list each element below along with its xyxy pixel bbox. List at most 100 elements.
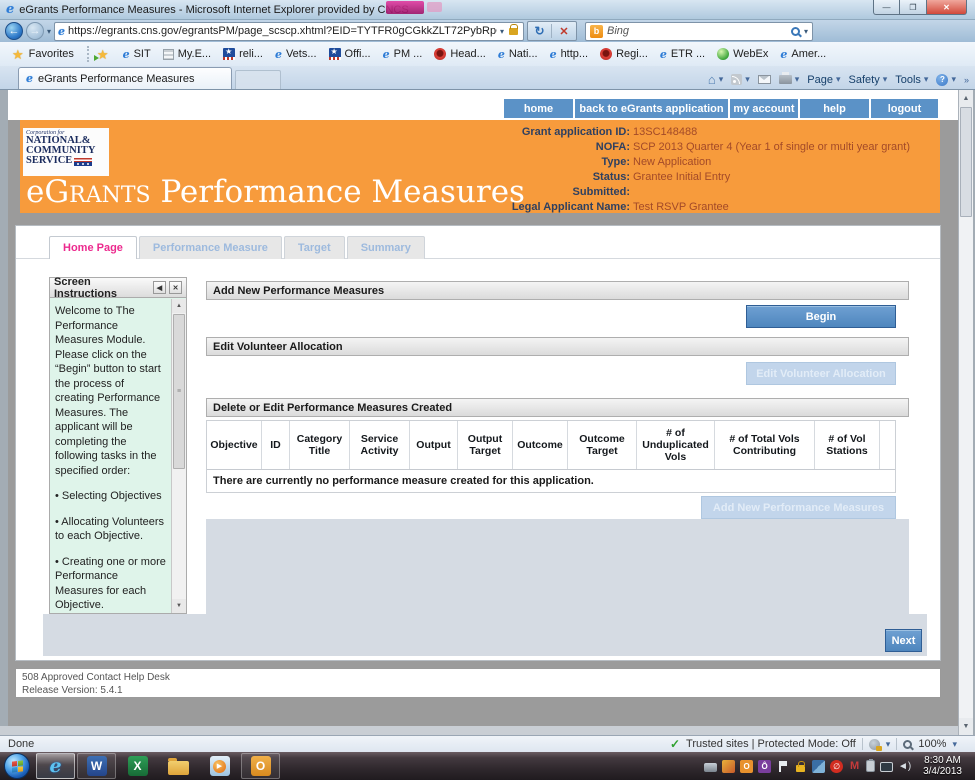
tab-target[interactable]: Target [284, 236, 345, 259]
search-input[interactable]: Bing [607, 25, 787, 37]
scroll-thumb[interactable] [960, 107, 972, 217]
read-mail-button[interactable] [758, 75, 771, 84]
taskbar-explorer-button[interactable] [159, 753, 198, 779]
nav-help-button[interactable]: help [800, 99, 869, 118]
favorite-item[interactable]: eVets... [269, 44, 323, 64]
tab-home-page[interactable]: Home Page [49, 236, 137, 259]
favorite-item[interactable]: eAmer... [774, 44, 832, 64]
scroll-down-icon[interactable]: ▼ [959, 718, 973, 735]
address-bar[interactable]: e https://egrants.cns.gov/egrantsPM/page… [54, 22, 524, 41]
mcafee-tray-icon[interactable]: M [848, 760, 861, 773]
zone-dropdown-icon[interactable]: ▾ [886, 739, 891, 750]
favorites-button[interactable]: ★ Favorites [4, 44, 82, 64]
home-menu[interactable]: ⌂▾ [708, 73, 723, 86]
back-button[interactable]: ← [5, 22, 23, 40]
nav-back-to-egrants-button[interactable]: back to eGrants application [575, 99, 728, 118]
scroll-up-icon[interactable]: ▲ [959, 90, 973, 107]
us-flag-icon [74, 158, 92, 166]
scroll-thumb[interactable]: ≡ [173, 314, 185, 469]
smartscreen-icon[interactable] [869, 739, 880, 750]
security-zone-text: Trusted sites | Protected Mode: Off [686, 738, 856, 750]
app-nav: home back to eGrants application my acco… [504, 99, 938, 118]
mail-icon [758, 75, 771, 84]
favorite-item[interactable]: Regi... [594, 44, 654, 64]
col-total-vols-contributing: # of Total Vols Contributing [715, 421, 815, 469]
close-button[interactable]: ✕ [927, 0, 967, 15]
edit-volunteer-allocation-button[interactable]: Edit Volunteer Allocation [746, 362, 896, 385]
zoom-level[interactable]: 100% [918, 738, 946, 750]
lock-tray-icon[interactable] [794, 760, 807, 773]
ie-icon: e [49, 757, 61, 776]
ssl-lock-icon[interactable] [509, 28, 518, 35]
safety-menu[interactable]: Safety▾ [849, 74, 888, 86]
favorite-item[interactable]: Head... [428, 44, 491, 64]
page-menu[interactable]: Page▾ [807, 74, 840, 86]
scroll-down-icon[interactable]: ▼ [172, 599, 186, 613]
taskbar-clock[interactable]: 8:30 AM 3/4/2013 [916, 755, 969, 777]
page-scrollbar[interactable]: ▲ ▼ [958, 90, 973, 735]
divider [896, 738, 897, 750]
start-button[interactable] [4, 753, 30, 779]
search-box[interactable]: b Bing ▾ [585, 22, 813, 41]
browser-tab[interactable]: e eGrants Performance Measures [18, 67, 232, 89]
outlook-tray-icon[interactable]: O [740, 760, 753, 773]
taskbar-media-player-button[interactable]: ▶ [200, 753, 239, 779]
taskbar-excel-button[interactable]: X [118, 753, 157, 779]
printer-tray-icon[interactable] [704, 763, 717, 772]
next-button[interactable]: Next [885, 629, 922, 652]
zoom-dropdown-icon[interactable]: ▾ [952, 739, 957, 750]
taskbar-outlook-button[interactable]: O [241, 753, 280, 779]
title-bar: e eGrants Performance Measures - Microso… [0, 0, 975, 20]
nav-home-button[interactable]: home [504, 99, 573, 118]
antivirus-tray-icon[interactable]: ∅ [830, 760, 843, 773]
forward-button[interactable]: → [26, 22, 44, 40]
ie-favicon-icon: e [498, 48, 505, 61]
clipboard-tray-icon[interactable] [866, 760, 875, 772]
instructions-scrollbar[interactable]: ▲ ≡ ▼ [171, 299, 186, 613]
history-dropdown-icon[interactable]: ▾ [47, 27, 51, 36]
refresh-icon[interactable]: ↻ [528, 24, 552, 38]
feeds-menu[interactable]: ▾ [731, 74, 750, 85]
new-tab-button[interactable] [235, 70, 281, 89]
tab-summary[interactable]: Summary [347, 236, 425, 259]
search-dropdown-icon[interactable]: ▾ [804, 27, 808, 36]
favorite-item[interactable]: WebEx [711, 44, 774, 64]
stop-icon[interactable]: ✕ [552, 25, 576, 38]
tools-menu[interactable]: Tools▾ [895, 74, 928, 86]
favorite-item[interactable]: ePM ... [377, 44, 429, 64]
address-dropdown-icon[interactable]: ▾ [500, 27, 504, 36]
add-new-performance-measures-button[interactable]: Add New Performance Measures [701, 496, 896, 519]
lync-tray-icon[interactable]: Ô [758, 760, 771, 773]
usb-device-tray-icon[interactable] [812, 760, 825, 773]
print-menu[interactable]: ▾ [779, 74, 800, 85]
favorite-item[interactable]: ehttp... [544, 44, 595, 64]
collapse-panel-icon[interactable]: ◀ [153, 281, 166, 294]
favorite-item[interactable]: Offi... [323, 44, 377, 64]
minimize-button[interactable]: — [873, 0, 900, 15]
add-favorite-icon[interactable]: ★ [97, 48, 109, 61]
taskbar-word-button[interactable]: W [77, 753, 116, 779]
ie-logo-icon: e [6, 3, 14, 16]
search-icon[interactable] [791, 27, 800, 36]
favorite-item[interactable]: eETR ... [654, 44, 711, 64]
network-tray-icon[interactable] [880, 762, 893, 772]
favorite-item[interactable]: reli... [217, 44, 269, 64]
toolbar-overflow-icon[interactable]: » [964, 75, 969, 85]
scroll-up-icon[interactable]: ▲ [172, 299, 186, 313]
taskbar-ie-button[interactable]: e [36, 753, 75, 779]
close-panel-icon[interactable]: ✕ [169, 281, 182, 294]
favorite-item[interactable]: My.E... [157, 44, 217, 64]
help-menu[interactable]: ?▾ [936, 74, 956, 86]
favorite-item[interactable]: eSIT [117, 44, 157, 64]
url-text[interactable]: https://egrants.cns.gov/egrantsPM/page_s… [68, 25, 497, 37]
tab-performance-measure[interactable]: Performance Measure [139, 236, 282, 259]
nav-logout-button[interactable]: logout [871, 99, 938, 118]
volume-tray-icon[interactable]: ◄) [898, 760, 911, 773]
nav-my-account-button[interactable]: my account [730, 99, 798, 118]
communicator-tray-icon[interactable] [722, 760, 735, 773]
begin-button[interactable]: Begin [746, 305, 896, 328]
favorite-item[interactable]: eNati... [492, 44, 544, 64]
action-center-flag-icon[interactable] [776, 760, 789, 773]
maximize-button[interactable]: ❐ [900, 0, 927, 15]
zoom-icon[interactable] [903, 740, 912, 749]
